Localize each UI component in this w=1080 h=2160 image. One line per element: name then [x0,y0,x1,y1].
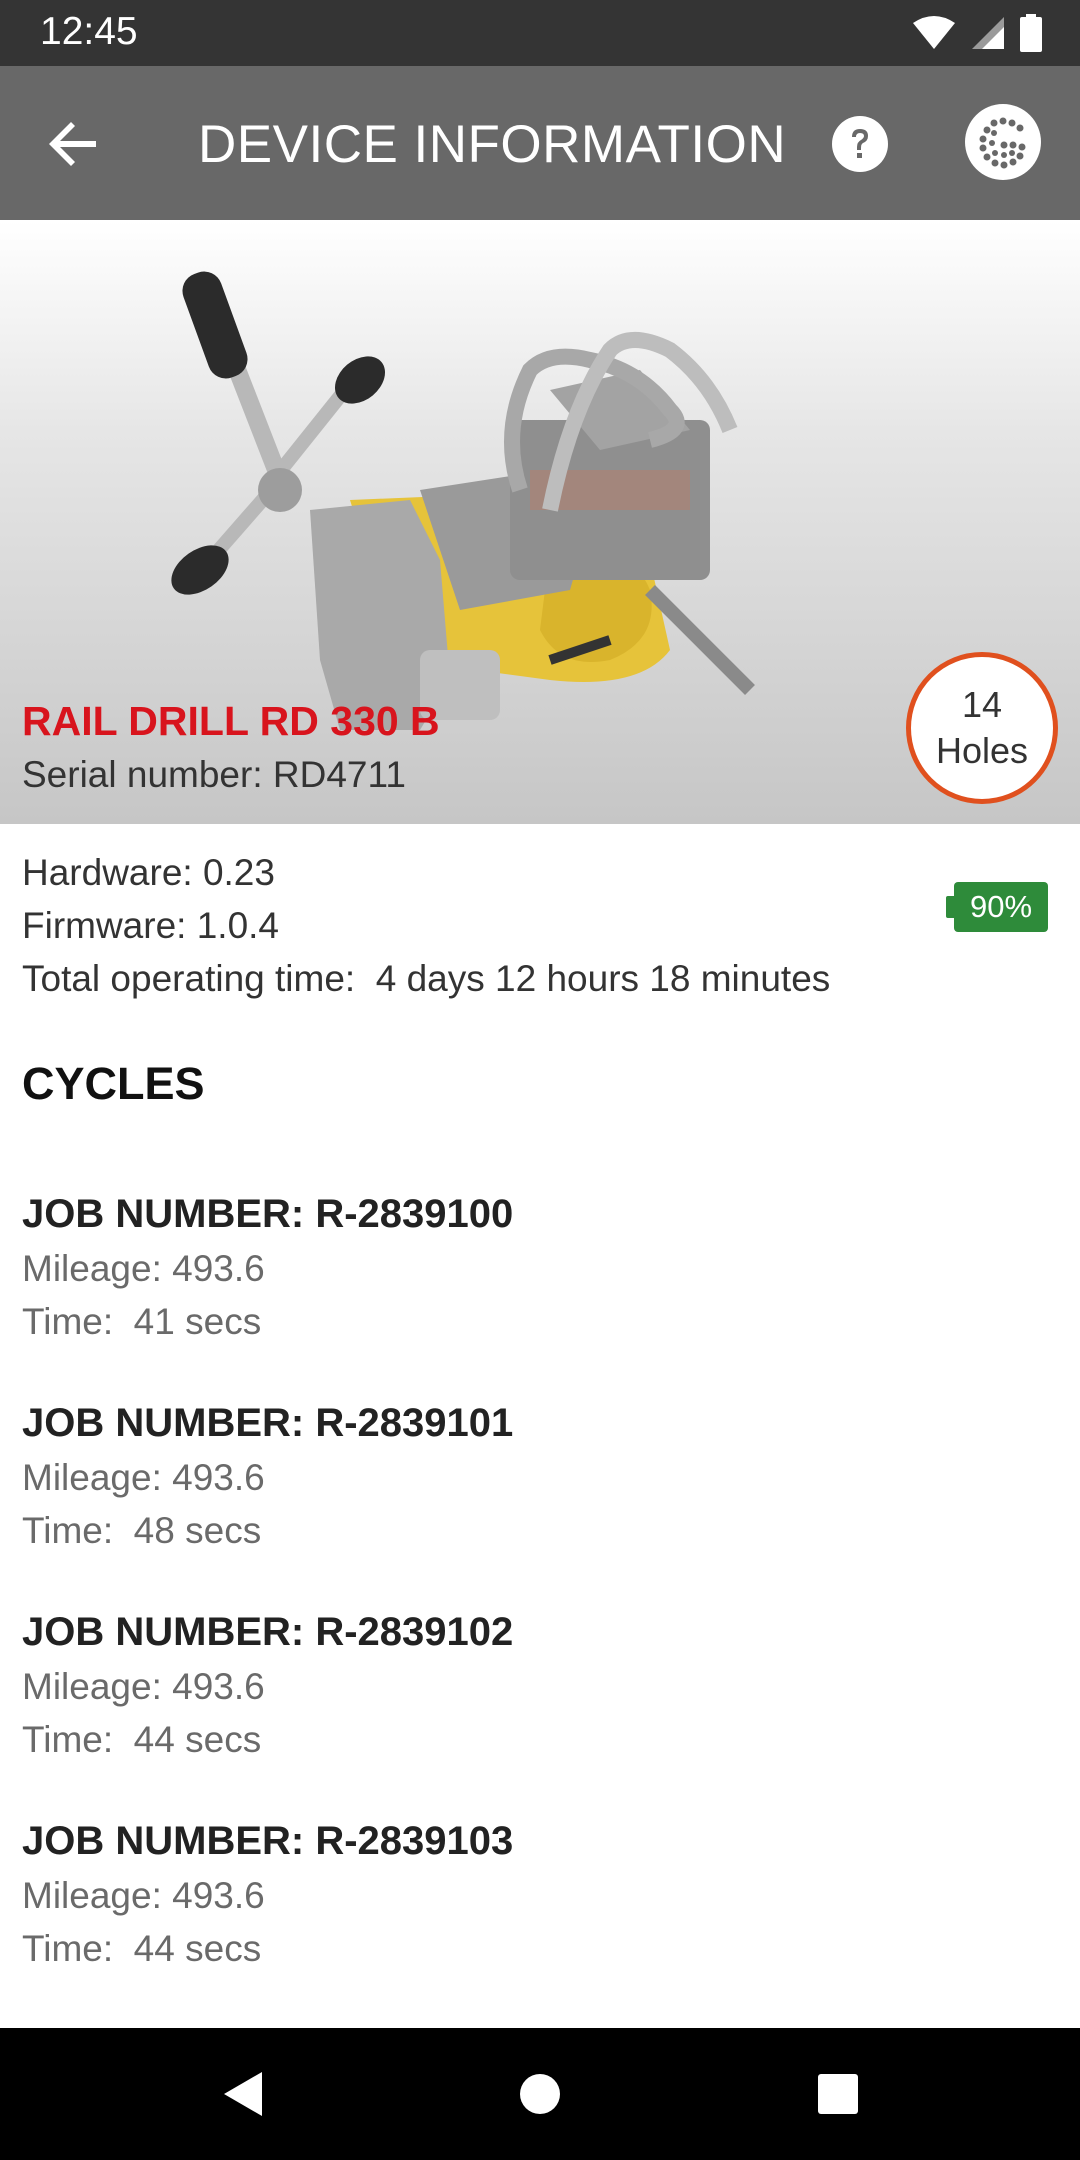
help-button[interactable] [832,116,888,172]
page-title: DEVICE INFORMATION [198,115,787,174]
device-serial: Serial number: RD4711 [22,754,406,795]
battery-icon [1020,14,1042,52]
nav-back-icon [224,2072,262,2116]
brand-logo-icon [965,104,1041,180]
device-battery-badge: 90% [946,882,1049,932]
device-info: Hardware: 0.23 Firmware: 1.0.4 Total ope… [22,846,1062,1005]
nav-recents-button[interactable] [808,2064,868,2124]
cycles-list: JOB NUMBER: R-2839100 Mileage: 493.6 Tim… [22,1186,1062,2022]
status-time: 12:45 [40,10,138,53]
hardware-version: Hardware: 0.23 [22,852,275,893]
nav-back-button[interactable] [218,2064,278,2124]
wifi-icon [913,16,955,49]
device-name: RAIL DRILL RD 330 B [22,698,440,744]
holes-label: Holes [935,730,1029,771]
cycle-time: Time: 44 secs [22,1928,262,1969]
cycle-item[interactable]: JOB NUMBER: R-2839100 Mileage: 493.6 Tim… [22,1186,1062,1395]
cycle-mileage: Mileage: 493.6 [22,1875,265,1916]
holes-count-badge: 14 Holes [906,652,1058,804]
back-button[interactable] [44,114,104,174]
cycle-job-number: JOB NUMBER: R-2839103 [22,1819,514,1863]
app-bar: DEVICE INFORMATION [0,66,1080,220]
battery-level-icon [946,896,954,918]
arrow-back-icon [49,122,96,166]
cycle-mileage: Mileage: 493.6 [22,1248,265,1289]
cycle-mileage: Mileage: 493.6 [22,1457,265,1498]
status-bar: 12:45 [0,0,1080,66]
nav-home-button[interactable] [510,2064,570,2124]
signal-icon [972,17,1004,49]
battery-percentage: 90% [954,882,1049,932]
holes-count: 14 [961,684,1003,725]
cycle-job-number: JOB NUMBER: R-2839100 [22,1192,514,1236]
status-icons [912,14,1042,52]
cycle-mileage: Mileage: 493.6 [22,1666,265,1707]
cycles-section-title: CYCLES [22,1058,205,1109]
firmware-version: Firmware: 1.0.4 [22,905,280,946]
cycle-time: Time: 41 secs [22,1301,262,1342]
help-icon [832,116,888,172]
nav-home-icon [520,2074,560,2114]
cycle-item[interactable]: JOB NUMBER: R-2839102 Mileage: 493.6 Tim… [22,1604,1062,1813]
cycle-time: Time: 44 secs [22,1719,262,1760]
device-hero: RAIL DRILL RD 330 B Serial number: RD471… [0,220,1080,824]
operating-time: Total operating time: 4 days 12 hours 18… [22,958,831,999]
cycle-job-number: JOB NUMBER: R-2839101 [22,1401,514,1445]
cycle-item[interactable]: JOB NUMBER: R-2839103 Mileage: 493.6 Tim… [22,1813,1062,2022]
cycle-job-number: JOB NUMBER: R-2839102 [22,1610,514,1654]
cycle-item[interactable]: JOB NUMBER: R-2839101 Mileage: 493.6 Tim… [22,1395,1062,1604]
system-nav-bar [0,2028,1080,2160]
brand-logo-button[interactable] [964,103,1042,181]
nav-recents-icon [818,2074,858,2114]
cycle-time: Time: 48 secs [22,1510,262,1551]
